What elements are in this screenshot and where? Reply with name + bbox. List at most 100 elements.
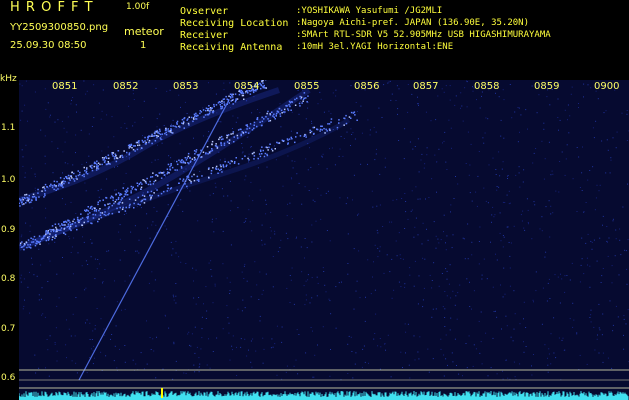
noise-dot	[358, 250, 360, 252]
signal-dot	[220, 138, 223, 141]
noise-dot	[310, 327, 312, 328]
noise-dot	[29, 225, 31, 227]
noise-dot	[224, 158, 226, 160]
info-value-location: :Nagoya Aichi-pref. JAPAN (136.90E, 35.2…	[296, 18, 529, 28]
signal-dot	[71, 177, 73, 179]
signal-dot	[38, 235, 41, 237]
signal-dot	[196, 179, 199, 181]
signal-dot	[73, 218, 75, 221]
signal-dot	[163, 190, 165, 193]
noise-dot	[269, 227, 271, 228]
noise-dot	[517, 141, 519, 143]
noise-dot	[615, 147, 617, 149]
signal-dot	[100, 216, 103, 219]
signal-dot	[274, 118, 276, 120]
noise-dot	[550, 363, 552, 365]
time-tick-label: 0852	[113, 81, 139, 92]
noise-dot	[125, 172, 127, 174]
noise-dot	[328, 298, 330, 300]
noise-dot	[317, 103, 319, 105]
noise-dot	[355, 290, 357, 292]
signal-dot	[213, 103, 215, 106]
noise-dot	[356, 280, 358, 282]
noise-dot	[242, 299, 244, 301]
noise-dot	[45, 217, 47, 219]
signal-dot	[336, 126, 339, 129]
noise-dot	[626, 140, 628, 141]
noise-dot	[583, 273, 585, 275]
signal-dot	[107, 154, 110, 156]
noise-dot	[523, 351, 525, 353]
signal-dot	[144, 136, 146, 139]
signal-dot	[178, 182, 180, 184]
signal-dot	[260, 87, 262, 90]
noise-dot	[372, 206, 374, 208]
noise-dot	[223, 195, 225, 197]
signal-dot	[128, 152, 131, 154]
signal-dot	[26, 196, 28, 199]
noise-dot	[132, 125, 134, 127]
signal-dot	[261, 153, 263, 155]
signal-dot	[34, 239, 37, 241]
signal-dot	[94, 214, 97, 216]
noise-dot	[192, 267, 194, 269]
noise-dot	[612, 324, 614, 326]
noise-dot	[358, 213, 360, 215]
signal-dot	[122, 206, 124, 209]
signal-dot	[29, 244, 31, 246]
signal-dot	[137, 185, 139, 187]
signal-dot	[182, 120, 185, 123]
signal-dot	[230, 133, 232, 135]
noise-dot	[304, 304, 306, 306]
noise-dot	[153, 350, 155, 352]
noise-dot	[290, 279, 292, 281]
noise-dot	[215, 218, 217, 220]
signal-dot	[151, 176, 154, 178]
signal-dot	[219, 136, 221, 139]
noise-dot	[515, 174, 517, 176]
noise-dot	[65, 203, 66, 205]
noise-dot	[96, 308, 98, 309]
signal-dot	[106, 163, 108, 166]
meteor-label: meteor	[124, 25, 164, 38]
noise-dot	[261, 224, 263, 226]
noise-dot	[241, 310, 243, 312]
noise-dot	[440, 338, 442, 340]
signal-dot	[129, 146, 131, 148]
noise-dot	[364, 361, 366, 363]
noise-dot	[354, 363, 356, 365]
noise-dot	[368, 362, 369, 364]
signal-dot	[298, 102, 301, 105]
noise-dot	[291, 194, 293, 196]
noise-dot	[365, 296, 366, 298]
noise-dot	[475, 191, 477, 193]
noise-dot	[135, 363, 137, 365]
signal-dot	[99, 200, 101, 202]
signal-dot	[165, 133, 168, 136]
noise-dot	[69, 238, 71, 240]
signal-dot	[60, 229, 62, 231]
signal-dot	[54, 223, 57, 225]
signal-dot	[151, 133, 153, 136]
spectrogram	[19, 80, 629, 400]
signal-dot	[223, 98, 226, 100]
signal-dot	[61, 224, 63, 226]
noise-dot	[320, 194, 322, 196]
noise-dot	[547, 371, 549, 373]
signal-dot	[69, 221, 71, 224]
noise-dot	[343, 138, 345, 139]
noise-dot	[590, 314, 592, 316]
signal-dot	[62, 186, 64, 188]
noise-dot	[379, 338, 381, 339]
noise-dot	[219, 159, 221, 161]
signal-dot	[198, 180, 200, 182]
noise-dot	[626, 268, 628, 270]
signal-dot	[172, 125, 174, 127]
noise-dot	[615, 229, 617, 231]
signal-dot	[273, 116, 275, 118]
noise-dot	[38, 367, 40, 369]
signal-dot	[35, 198, 37, 200]
noise-dot	[559, 302, 561, 304]
noise-dot	[93, 84, 95, 86]
noise-dot	[329, 300, 331, 302]
